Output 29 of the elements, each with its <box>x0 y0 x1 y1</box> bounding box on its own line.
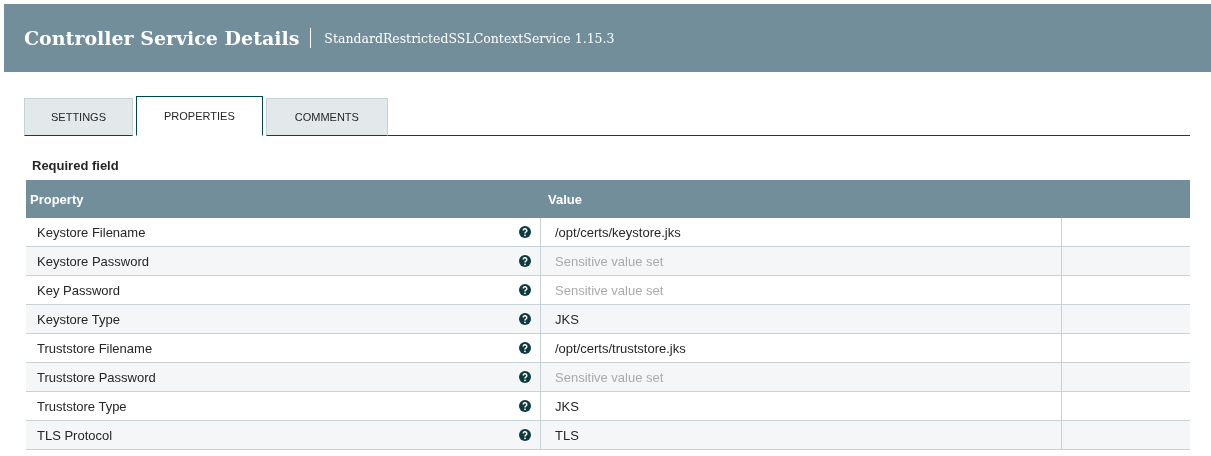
property-name: Key Password <box>37 282 121 298</box>
help-icon[interactable] <box>519 255 531 267</box>
help-icon[interactable] <box>519 284 531 296</box>
property-value[interactable]: JKS <box>555 398 579 414</box>
help-icon[interactable] <box>519 371 531 383</box>
property-value[interactable]: JKS <box>555 311 579 327</box>
property-name: Truststore Password <box>37 369 156 385</box>
property-name: Truststore Type <box>37 398 127 414</box>
service-name: StandardRestrictedSSLContextService 1.15.3 <box>324 30 615 46</box>
property-value[interactable]: /opt/certs/truststore.jks <box>555 340 686 356</box>
tab[interactable]: SETTINGS <box>24 98 133 136</box>
required-field-note: Required field <box>32 158 120 175</box>
tab[interactable]: COMMENTS <box>265 98 388 136</box>
help-icon[interactable] <box>519 429 531 441</box>
property-name: Keystore Type <box>37 311 120 327</box>
help-icon[interactable] <box>519 226 531 238</box>
property-value[interactable]: TLS <box>555 427 579 443</box>
property-name: Keystore Password <box>37 253 149 269</box>
property-name: TLS Protocol <box>37 427 113 443</box>
property-name: Keystore Filename <box>37 224 146 240</box>
property-value[interactable]: /opt/certs/keystore.jks <box>555 224 681 240</box>
help-icon[interactable] <box>519 400 531 412</box>
dialog-title: Controller Service Details <box>24 27 300 49</box>
tab[interactable]: PROPERTIES <box>136 96 263 136</box>
column-header: Property <box>29 191 85 207</box>
help-icon[interactable] <box>519 342 531 354</box>
column-header: Value <box>547 191 582 207</box>
property-name: Truststore Filename <box>37 340 153 356</box>
help-icon[interactable] <box>519 313 531 325</box>
